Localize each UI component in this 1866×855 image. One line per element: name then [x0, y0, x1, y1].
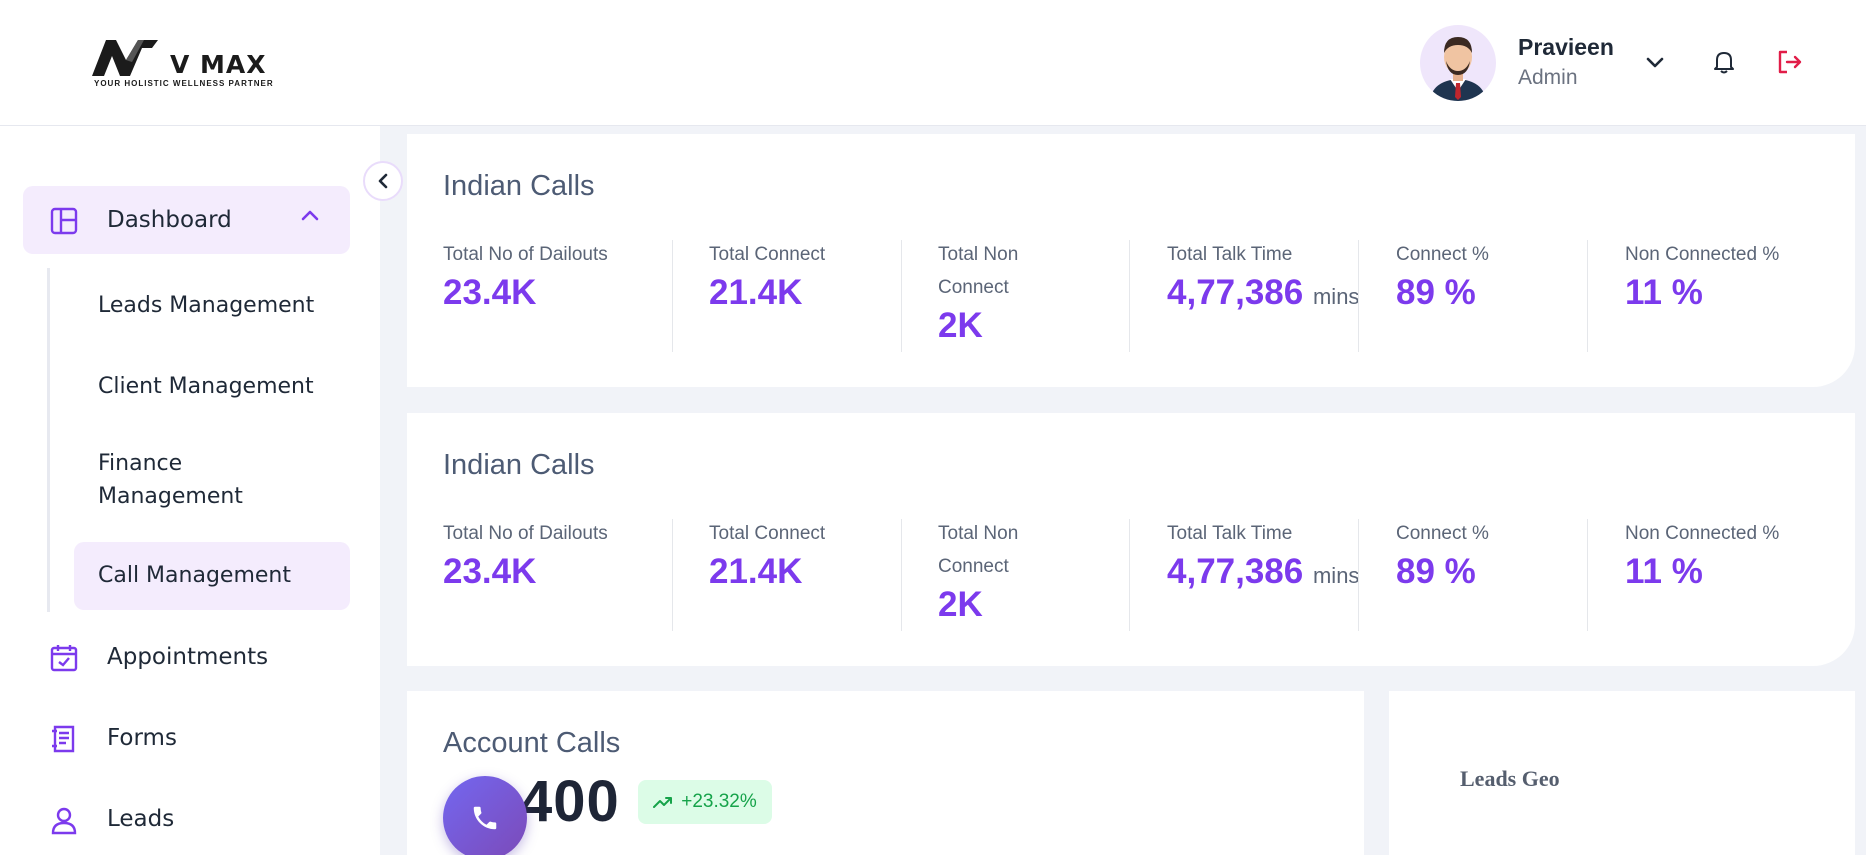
stat-connect-percent: Connect % 89 %: [1396, 517, 1489, 594]
divider: [672, 240, 673, 352]
vmax-logo-mark: [92, 40, 158, 76]
stat-value: 4,77,386: [1167, 273, 1304, 312]
stat-label: Total Non Connect: [938, 523, 1019, 577]
sidebar-item-leads[interactable]: Leads: [23, 785, 350, 853]
stat-total-connect: Total Connect 21.4K: [709, 517, 825, 594]
sidebar-item-dashboard[interactable]: Dashboard: [23, 186, 350, 254]
change-badge-text: +23.32%: [681, 791, 757, 812]
stat-value: 21.4K: [709, 552, 803, 591]
sidebar-item-label: Forms: [107, 725, 177, 751]
stat-total-connect: Total Connect 21.4K: [709, 238, 825, 315]
divider: [1587, 240, 1588, 352]
account-calls-value: 400: [520, 769, 620, 834]
sidebar-item-label: Leads: [107, 806, 175, 832]
dashboard-icon: [50, 207, 78, 235]
card-title: Indian Calls: [443, 170, 595, 202]
sidebar-item-label: Appointments: [107, 644, 269, 670]
stat-non-connected-percent: Non Connected % 11 %: [1625, 517, 1779, 594]
stat-non-connected-percent: Non Connected % 11 %: [1625, 238, 1779, 315]
stat-total-non-connect: Total Non Connect 2K: [938, 238, 1058, 348]
stat-value: 2K: [938, 306, 983, 345]
stat-label: Total No of Dailouts: [443, 523, 608, 544]
top-header: V MAX YOUR HOLISTIC WELLNESS PARTNER Pra…: [0, 0, 1866, 126]
divider: [1129, 240, 1130, 352]
card-title: Account Calls: [443, 727, 621, 759]
stat-total-non-connect: Total Non Connect 2K: [938, 517, 1058, 627]
stat-label: Connect %: [1396, 523, 1489, 544]
stat-label: Total Talk Time: [1167, 244, 1293, 265]
stat-label: Non Connected %: [1625, 244, 1780, 265]
stat-unit: mins: [1312, 563, 1360, 588]
stat-label: Non Connected %: [1625, 523, 1780, 544]
chevron-up-icon: [301, 210, 319, 221]
avatar[interactable]: [1420, 25, 1496, 101]
sidebar-collapse-button[interactable]: [363, 161, 403, 201]
divider: [672, 519, 673, 631]
stat-label: Total Connect: [709, 523, 826, 544]
sidebar-subitem-client-management[interactable]: Client Management: [74, 362, 350, 410]
divider: [1358, 519, 1359, 631]
stat-unit: mins: [1312, 284, 1360, 309]
stat-value: 89 %: [1396, 552, 1476, 591]
sidebar-item-forms[interactable]: Forms: [23, 704, 350, 772]
stat-value: 4,77,386: [1167, 552, 1304, 591]
divider: [1587, 519, 1588, 631]
sidebar-item-appointments[interactable]: Appointments: [23, 623, 350, 691]
stat-value: 21.4K: [709, 273, 803, 312]
leads-geo-card: [1389, 691, 1855, 855]
vmax-logo[interactable]: V MAX YOUR HOLISTIC WELLNESS PARTNER: [92, 36, 274, 92]
logo-brand-text: V MAX: [170, 50, 267, 79]
change-badge: +23.32%: [638, 780, 772, 824]
bell-icon[interactable]: [1708, 46, 1740, 78]
stat-label: Total Connect: [709, 244, 826, 265]
sidebar-subitem-leads-management[interactable]: Leads Management: [74, 281, 350, 329]
submenu-guide-line: [47, 268, 50, 612]
stat-label: Total Non Connect: [938, 244, 1019, 298]
user-name: Pravieen: [1518, 34, 1614, 60]
stat-label: Total Talk Time: [1167, 523, 1293, 544]
divider: [901, 519, 902, 631]
logo-tagline: YOUR HOLISTIC WELLNESS PARTNER: [94, 79, 274, 88]
stat-total-dailouts: Total No of Dailouts 23.4K: [443, 517, 608, 594]
logout-icon[interactable]: [1774, 46, 1806, 78]
indian-calls-card-2: Indian Calls Total No of Dailouts 23.4K …: [407, 413, 1855, 666]
stat-value: 23.4K: [443, 552, 537, 591]
stat-value: 23.4K: [443, 273, 537, 312]
card-title: Indian Calls: [443, 449, 595, 481]
calendar-check-icon: [50, 645, 78, 672]
phone-icon: [473, 806, 497, 830]
stat-connect-percent: Connect % 89 %: [1396, 238, 1489, 315]
stat-value: 11 %: [1625, 273, 1703, 312]
leads-geo-title: Leads Geo: [1460, 766, 1560, 791]
stat-label: Total No of Dailouts: [443, 244, 608, 265]
sidebar-item-label: Dashboard: [107, 207, 232, 233]
stat-value: 11 %: [1625, 552, 1703, 591]
user-icon: [51, 807, 77, 835]
stat-total-talk-time: Total Talk Time 4,77,386 mins: [1167, 517, 1359, 598]
call-fab-button[interactable]: [443, 776, 527, 855]
stat-value: 2K: [938, 585, 983, 624]
stat-value-row: 4,77,386 mins: [1167, 271, 1359, 319]
divider: [901, 240, 902, 352]
sidebar: Dashboard Leads Management Client Manage…: [0, 126, 380, 855]
stat-total-talk-time: Total Talk Time 4,77,386 mins: [1167, 238, 1359, 319]
divider: [1358, 240, 1359, 352]
user-role: Admin: [1518, 66, 1578, 89]
sidebar-subitem-call-management[interactable]: Call Management: [74, 542, 350, 610]
chevron-down-icon[interactable]: [1640, 48, 1670, 78]
indian-calls-card-1: Indian Calls Total No of Dailouts 23.4K …: [407, 134, 1855, 387]
stat-label: Connect %: [1396, 244, 1489, 265]
stat-value-row: 4,77,386 mins: [1167, 550, 1359, 598]
stat-total-dailouts: Total No of Dailouts 23.4K: [443, 238, 608, 315]
chevron-left-icon: [378, 173, 388, 189]
form-icon: [52, 725, 75, 753]
trending-up-icon: [653, 797, 673, 808]
divider: [1129, 519, 1130, 631]
sidebar-subitem-finance-management[interactable]: Finance Management: [74, 443, 304, 515]
stat-value: 89 %: [1396, 273, 1476, 312]
